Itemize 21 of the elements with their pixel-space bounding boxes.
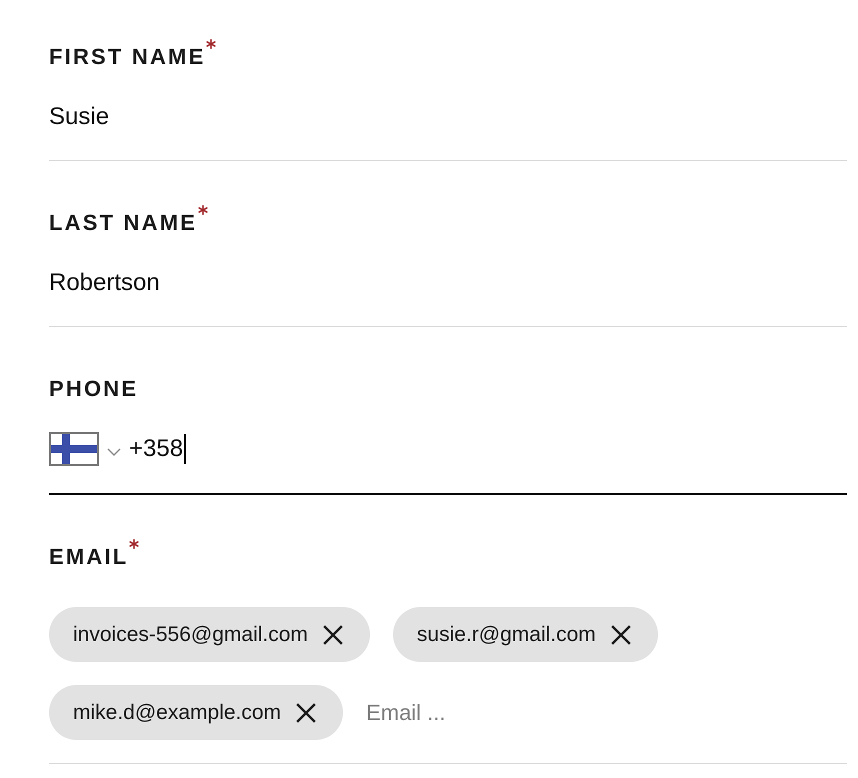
flag-icon — [49, 432, 99, 466]
close-icon — [295, 702, 318, 724]
field-label: EMAIL — [49, 543, 128, 571]
remove-tag-button[interactable] — [610, 624, 632, 646]
remove-tag-button[interactable] — [322, 624, 344, 646]
email-tag-label: mike.d@example.com — [73, 700, 282, 726]
field-label: PHONE — [49, 375, 138, 403]
field-label: LAST NAME — [49, 209, 198, 237]
email-tag-label: invoices-556@gmail.com — [73, 622, 308, 648]
text-cursor — [184, 434, 186, 464]
chevron-down-icon — [107, 448, 121, 456]
close-icon — [322, 624, 344, 646]
text-input[interactable]: Robertson — [49, 267, 847, 299]
text-input[interactable]: Susie — [49, 101, 847, 133]
field-label: FIRST NAME — [49, 43, 206, 71]
email-tag-label: susie.r@gmail.com — [416, 622, 596, 648]
remove-tag-button[interactable] — [295, 702, 318, 724]
country-select[interactable] — [49, 432, 121, 466]
email-input[interactable]: Email ... — [366, 685, 847, 740]
close-icon — [610, 624, 632, 646]
phone-input[interactable]: +358 — [129, 432, 847, 466]
